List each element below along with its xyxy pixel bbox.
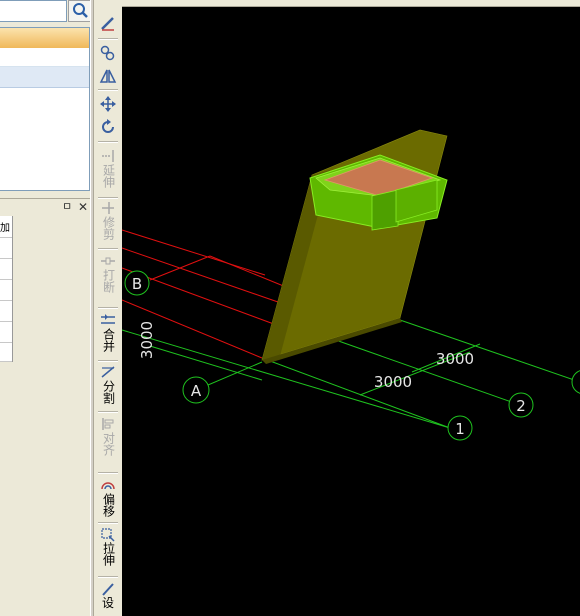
left-panel: ㅁ ✕ 加 [0, 0, 93, 616]
pencil-icon [101, 17, 114, 31]
offset-tool-button[interactable]: 偏移 [94, 477, 122, 517]
mirror-icon [99, 69, 117, 83]
axis-bubble-a[interactable]: A [182, 376, 210, 404]
search-input[interactable] [0, 0, 67, 22]
trim-label: 修剪 [101, 216, 116, 240]
extend-icon [102, 150, 114, 162]
rotate-icon [102, 119, 114, 133]
settings-tool-button[interactable]: 设 [94, 581, 122, 610]
break-tool-button[interactable]: 打断 [94, 253, 122, 293]
stretch-icon [101, 528, 115, 542]
axis-bubble-3-partial[interactable] [571, 370, 580, 394]
pencil-settings-icon [102, 583, 114, 596]
rotate-tool-button[interactable] [94, 118, 122, 136]
model-scene: 3000 3000 3000 B A 1 2 [122, 129, 580, 441]
merge-label: 合并 [101, 328, 116, 352]
axis-bubble-1[interactable]: 1 [447, 415, 473, 441]
merge-tool-button[interactable]: 合并 [94, 312, 122, 352]
stretch-tool-button[interactable]: 拉伸 [94, 526, 122, 566]
break-label: 打断 [101, 269, 116, 293]
stretch-label: 拉伸 [101, 542, 116, 566]
copy-icon [100, 45, 115, 61]
extend-tool-button[interactable]: 延伸 [94, 148, 122, 188]
component-list [0, 27, 90, 191]
dimension-bay-1: 3000 [374, 373, 412, 391]
move-tool-button[interactable] [94, 95, 122, 113]
properties-header: ㅁ ✕ [0, 198, 93, 216]
close-icon[interactable]: ✕ [77, 200, 89, 214]
3d-viewport[interactable]: 3000 3000 3000 B A 1 2 [122, 7, 580, 616]
split-label: 分割 [101, 380, 116, 404]
list-item[interactable] [0, 48, 89, 67]
pencil-tool-button[interactable] [94, 14, 122, 32]
search-icon [73, 3, 88, 18]
settings-label: 设 [101, 596, 114, 610]
dimension-bay-2: 3000 [436, 350, 474, 368]
merge-icon [101, 314, 115, 324]
mirror-tool-button[interactable] [94, 67, 122, 85]
offset-icon [101, 482, 115, 490]
offset-label: 偏移 [101, 493, 116, 517]
move-icon [100, 96, 116, 112]
menu-strip [122, 0, 580, 7]
extend-label: 延伸 [101, 164, 116, 188]
properties-grid: 加 [0, 216, 13, 362]
axis-label-1: 1 [455, 420, 465, 438]
pin-icon[interactable]: ㅁ [61, 200, 73, 214]
align-icon [102, 418, 114, 430]
axis-bubble-2[interactable]: 2 [508, 392, 534, 418]
search-button[interactable] [68, 0, 92, 22]
axis-label-a: A [191, 382, 202, 400]
trim-tool-button[interactable]: 修剪 [94, 200, 122, 240]
trim-icon [102, 202, 114, 214]
axis-bubble-b[interactable]: B [124, 270, 150, 296]
axis-label-b: B [132, 275, 142, 293]
list-item[interactable] [0, 67, 89, 88]
edit-toolbar: 延伸 修剪 打断 合并 分割 对齐 偏移 拉伸 设 [93, 0, 122, 616]
axis-label-2: 2 [516, 397, 526, 415]
split-icon [101, 366, 115, 378]
break-icon [101, 257, 115, 265]
list-item[interactable] [0, 28, 89, 48]
copy-tool-button[interactable] [94, 44, 122, 62]
align-tool-button[interactable]: 对齐 [94, 416, 122, 456]
split-tool-button[interactable]: 分割 [94, 364, 122, 404]
property-cell: 加 [0, 223, 10, 234]
align-label: 对齐 [101, 432, 116, 456]
dimension-vertical: 3000 [138, 321, 156, 359]
